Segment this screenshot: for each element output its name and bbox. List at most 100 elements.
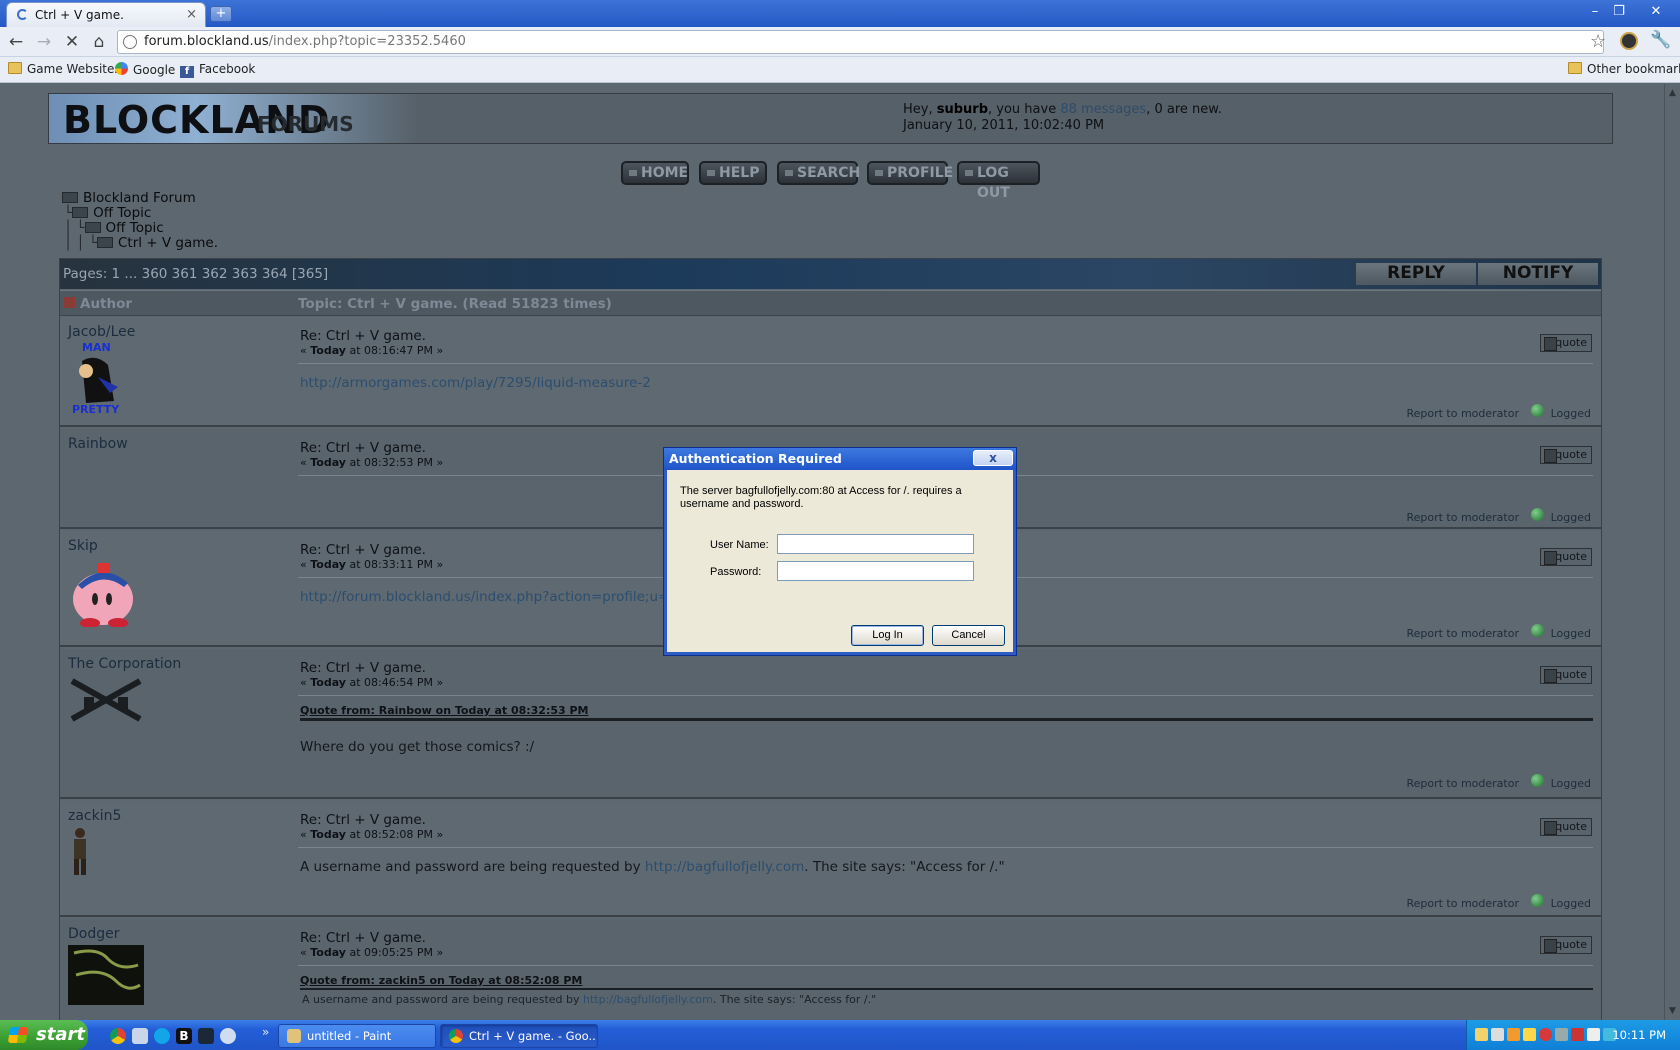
address-bar[interactable]: forum.blockland.us/index.php?topic=23352…	[117, 30, 1604, 54]
tray-icon[interactable]	[1475, 1028, 1488, 1041]
quote-header[interactable]: Quote from: Rainbow on Today at 08:32:53…	[300, 704, 589, 717]
back-icon[interactable]: ←	[5, 31, 27, 53]
tray-icon[interactable]	[1571, 1028, 1584, 1041]
menu-logout-button[interactable]: LOG OUT	[957, 161, 1040, 201]
bookmark-game-websites[interactable]: Game Websites	[8, 62, 121, 76]
username-field[interactable]	[777, 534, 974, 554]
report-link[interactable]: Report to moderator	[1406, 627, 1519, 640]
extension-icon[interactable]	[1620, 32, 1638, 50]
messages-link[interactable]: 88 messages	[1060, 102, 1146, 117]
window-close-icon[interactable]: ✕	[1645, 3, 1667, 22]
quote-link[interactable]: http://bagfullofjelly.com	[583, 993, 713, 1006]
quote-header[interactable]: Quote from: zackin5 on Today at 08:52:08…	[300, 974, 582, 987]
post-link[interactable]: http://bagfullofjelly.com	[645, 859, 804, 875]
quote-button[interactable]: quote	[1540, 446, 1592, 464]
itunes-icon[interactable]	[220, 1028, 236, 1044]
breadcrumb-topic[interactable]: Ctrl + V game.	[118, 235, 218, 251]
quicklaunch-expand-icon[interactable]: »	[262, 1025, 269, 1039]
reply-button[interactable]: REPLY	[1356, 263, 1476, 285]
url-host: forum.blockland.us	[144, 34, 269, 49]
cancel-button[interactable]: Cancel	[932, 625, 1005, 646]
breadcrumb-blockland-forum[interactable]: Blockland Forum	[83, 190, 196, 206]
post-subject[interactable]: Re: Ctrl + V game.	[300, 440, 426, 456]
notify-button[interactable]: NOTIFY	[1478, 263, 1598, 285]
breadcrumb-off-topic-board[interactable]: Off Topic	[106, 220, 164, 236]
volume-icon[interactable]	[1587, 1028, 1600, 1041]
skype-icon[interactable]	[154, 1028, 170, 1044]
report-link[interactable]: Report to moderator	[1406, 511, 1519, 524]
menu-help-button[interactable]: HELP	[699, 161, 767, 185]
tray-icon[interactable]	[1507, 1028, 1520, 1041]
post-subject[interactable]: Re: Ctrl + V game.	[300, 328, 426, 344]
svg-text:PRETTY: PRETTY	[72, 403, 120, 415]
tab-title: Ctrl + V game.	[35, 8, 124, 22]
tray-icon[interactable]	[1539, 1028, 1552, 1041]
quote-button[interactable]: quote	[1540, 666, 1592, 684]
post-author[interactable]: Rainbow	[68, 436, 128, 452]
home-icon[interactable]: ⌂	[88, 31, 110, 53]
scroll-down-icon[interactable]: ▼	[1669, 1006, 1676, 1016]
post-subject[interactable]: Re: Ctrl + V game.	[300, 930, 426, 946]
forward-icon[interactable]: →	[33, 31, 55, 53]
steam-icon[interactable]	[198, 1028, 214, 1044]
post-subject[interactable]: Re: Ctrl + V game.	[300, 660, 426, 676]
post-body: A username and password are being reques…	[300, 859, 1005, 875]
post-link[interactable]: http://forum.blockland.us/index.php?acti…	[300, 589, 678, 605]
bookmark-facebook[interactable]: f Facebook	[180, 62, 255, 78]
forum-logo[interactable]: BLOCKLAND FORUMS	[49, 94, 419, 143]
stop-icon[interactable]: ✕	[61, 31, 83, 53]
blockland-icon[interactable]: B	[176, 1028, 192, 1044]
report-link[interactable]: Report to moderator	[1406, 777, 1519, 790]
post-author[interactable]: zackin5	[68, 808, 121, 824]
report-link[interactable]: Report to moderator	[1406, 407, 1519, 420]
menu-search-button[interactable]: SEARCH	[777, 161, 860, 185]
post-author[interactable]: Jacob/Lee	[68, 324, 135, 340]
post-subject[interactable]: Re: Ctrl + V game.	[300, 542, 426, 558]
quote-divider	[300, 988, 1593, 990]
quote-button[interactable]: quote	[1540, 548, 1592, 566]
browser-titlebar: Ctrl + V game. × + – ❐ ✕	[0, 0, 1680, 27]
quote-button[interactable]: quote	[1540, 334, 1592, 352]
computer-icon[interactable]	[132, 1028, 148, 1044]
restore-icon[interactable]: ❐	[1608, 3, 1630, 22]
post-author[interactable]: The Corporation	[68, 656, 181, 672]
tray-icon[interactable]	[1491, 1028, 1504, 1041]
tray-icon[interactable]	[1555, 1028, 1568, 1041]
tab-close-icon[interactable]: ×	[186, 7, 197, 22]
login-button[interactable]: Log In	[851, 625, 924, 646]
post-subject[interactable]: Re: Ctrl + V game.	[300, 812, 426, 828]
logged-status: Logged	[1529, 624, 1591, 640]
dialog-close-icon[interactable]: x	[973, 450, 1013, 466]
tray-icon[interactable]	[1523, 1028, 1536, 1041]
minimize-icon[interactable]: –	[1584, 3, 1606, 22]
breadcrumb-off-topic[interactable]: Off Topic	[93, 205, 151, 221]
quote-button[interactable]: quote	[1540, 818, 1592, 836]
post-link[interactable]: http://armorgames.com/play/7295/liquid-m…	[300, 375, 651, 391]
chrome-icon[interactable]	[110, 1028, 126, 1044]
taskbar-item-paint[interactable]: untitled - Paint	[278, 1024, 436, 1048]
url-path: /index.php?topic=23352.5460	[268, 34, 466, 49]
folder-icon	[8, 62, 22, 74]
start-button[interactable]: start	[0, 1020, 88, 1050]
new-tab-button[interactable]: +	[210, 6, 232, 22]
bookmark-star-icon[interactable]: ☆	[1590, 31, 1606, 52]
dialog-title-bar: Authentication Required x	[664, 448, 1016, 470]
divider	[298, 363, 1593, 364]
wrench-icon[interactable]: 🔧	[1650, 30, 1671, 50]
post-author[interactable]: Dodger	[68, 926, 120, 942]
divider	[298, 847, 1593, 848]
browser-tab[interactable]: Ctrl + V game. ×	[6, 2, 206, 27]
post-date: « Today at 08:33:11 PM »	[300, 558, 444, 571]
taskbar-item-chrome[interactable]: Ctrl + V game. - Goo...	[440, 1024, 598, 1048]
scroll-up-icon[interactable]: ▲	[1669, 88, 1676, 98]
vertical-scrollbar[interactable]: ▲ ▼	[1664, 84, 1680, 1020]
bookmark-google[interactable]: Google	[115, 62, 175, 77]
report-link[interactable]: Report to moderator	[1406, 897, 1519, 910]
quote-button[interactable]: quote	[1540, 936, 1592, 954]
menu-home-button[interactable]: HOME	[621, 161, 689, 185]
page-links[interactable]: Pages: 1 ... 360 361 362 363 364 [365]	[63, 266, 328, 282]
password-field[interactable]	[777, 561, 974, 581]
post-author[interactable]: Skip	[68, 538, 98, 554]
other-bookmarks[interactable]: Other bookmarks	[1568, 62, 1680, 76]
menu-profile-button[interactable]: PROFILE	[867, 161, 953, 185]
